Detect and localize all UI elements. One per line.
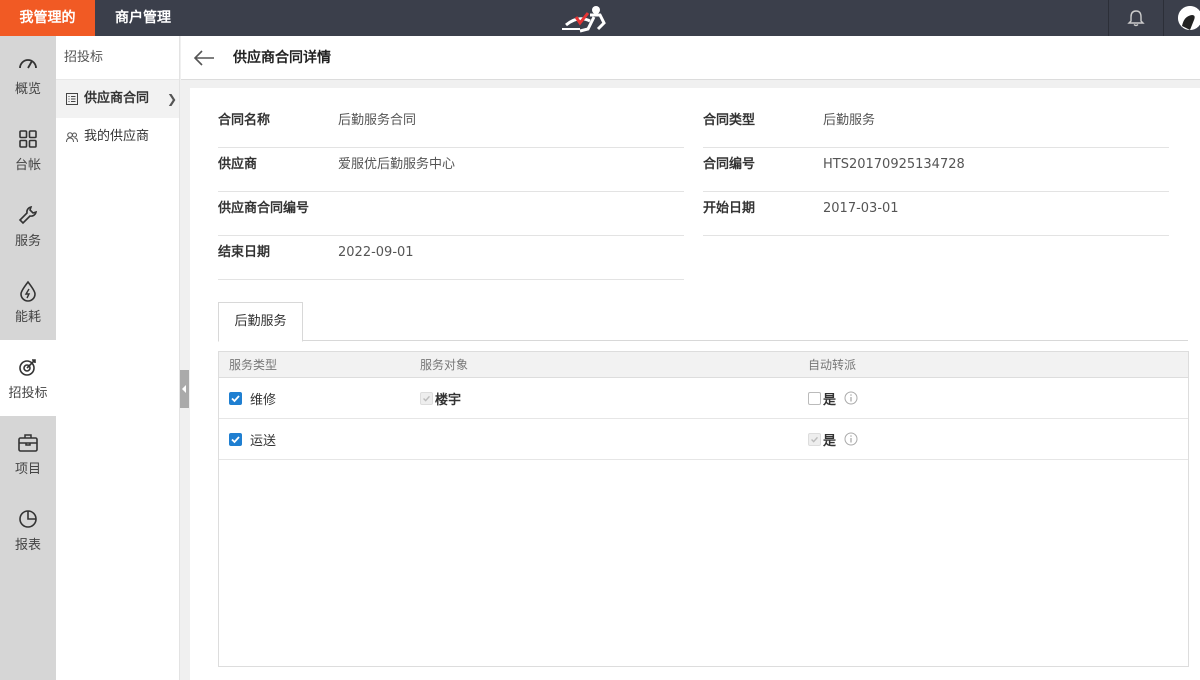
top-bar: 我管理的 商户管理 <box>0 0 1200 36</box>
list-icon <box>66 93 78 105</box>
nav-item-energy[interactable]: 能耗 <box>0 264 56 340</box>
field-value: 后勤服务 <box>823 113 876 128</box>
brand-logo[interactable] <box>560 3 612 33</box>
checkbox-unchecked[interactable] <box>808 391 821 405</box>
tab-logistics-service[interactable]: 后勤服务 <box>218 302 303 342</box>
field-value: 后勤服务合同 <box>338 113 417 128</box>
field-label: 供应商合同编号 <box>218 201 310 216</box>
field-end-date: 结束日期 2022-09-01 <box>218 236 684 280</box>
field-contract-no: 合同编号 HTS20170925134728 <box>703 148 1169 192</box>
checkbox-checked-disabled <box>808 432 821 446</box>
pie-chart-icon <box>19 509 37 528</box>
field-contract-type: 合同类型 后勤服务 <box>703 104 1169 148</box>
table-row: 维修 楼宇 是 <box>219 378 1188 419</box>
field-start-date: 开始日期 2017-03-01 <box>703 192 1169 236</box>
nav-item-project[interactable]: 项目 <box>0 416 56 492</box>
auto-dispatch-label: 是 <box>823 392 837 408</box>
nav-label: 服务 <box>14 233 41 249</box>
nav-item-ledger[interactable]: 台帐 <box>0 112 56 188</box>
field-contract-name: 合同名称 后勤服务合同 <box>218 104 684 148</box>
grid-icon <box>19 129 37 148</box>
column-header: 服务对象 <box>420 358 469 372</box>
service-object-label: 楼宇 <box>435 392 462 408</box>
checkbox-checked-disabled <box>420 391 433 405</box>
auto-dispatch-label: 是 <box>823 433 837 449</box>
checkbox-checked[interactable] <box>229 391 242 405</box>
service-type-label: 运送 <box>250 433 277 449</box>
field-value: 2022-09-01 <box>338 245 414 260</box>
gauge-icon <box>19 58 37 68</box>
notification-bell-icon[interactable] <box>1108 0 1164 36</box>
wrench-icon <box>18 205 38 224</box>
auto-dispatch-cell: 是 <box>808 419 858 459</box>
nav-item-service[interactable]: 服务 <box>0 188 56 264</box>
info-icon[interactable] <box>844 432 858 446</box>
field-value: 爱服优后勤服务中心 <box>338 157 456 172</box>
nav-item-reports[interactable]: 报表 <box>0 492 56 568</box>
sub-nav-title: 招投标 <box>56 36 179 80</box>
column-header: 服务类型 <box>229 358 278 372</box>
avatar[interactable] <box>1178 6 1200 30</box>
sub-nav-item-label: 我的供应商 <box>84 129 150 144</box>
page-header: 供应商合同详情 <box>181 36 1200 80</box>
energy-drop-icon <box>20 280 36 302</box>
service-object-cell: 楼宇 <box>420 378 461 418</box>
nav-label: 概览 <box>14 81 41 97</box>
sub-nav-item-supplier-contract[interactable]: 供应商合同 ❯ <box>56 80 179 118</box>
field-label: 合同名称 <box>218 113 271 128</box>
sub-nav: 招投标 供应商合同 ❯ 我的供应商 <box>56 36 180 680</box>
nav-label: 招投标 <box>8 385 48 401</box>
field-label: 合同编号 <box>703 157 756 172</box>
sub-nav-item-label: 供应商合同 <box>84 91 150 106</box>
back-arrow-icon[interactable] <box>193 48 215 68</box>
sub-nav-item-my-suppliers[interactable]: 我的供应商 <box>56 118 179 156</box>
briefcase-icon <box>18 433 38 452</box>
service-tabs: 后勤服务 <box>218 300 1188 342</box>
field-supplier-contract-no: 供应商合同编号 <box>218 192 684 236</box>
field-label: 结束日期 <box>218 245 271 260</box>
field-label: 合同类型 <box>703 113 756 128</box>
checkbox-checked[interactable] <box>229 432 242 446</box>
service-type-cell[interactable]: 维修 <box>229 378 276 418</box>
nav-item-overview[interactable]: 概览 <box>0 36 56 112</box>
table-row: 运送 是 <box>219 419 1188 460</box>
table-header: 服务类型 服务对象 自动转派 <box>219 352 1188 378</box>
main-nav: 概览 台帐 服务 能耗 招投标 项目 报表 <box>0 36 56 680</box>
nav-label: 台帐 <box>14 157 41 173</box>
service-table: 服务类型 服务对象 自动转派 维修 楼宇 是 运送 是 <box>218 351 1189 667</box>
service-type-label: 维修 <box>250 392 277 408</box>
service-type-cell[interactable]: 运送 <box>229 419 276 459</box>
chevron-right-icon: ❯ <box>166 92 177 106</box>
target-icon <box>19 358 36 376</box>
page-title: 供应商合同详情 <box>233 50 331 66</box>
contract-detail-panel: 合同名称 后勤服务合同 合同类型 后勤服务 供应商 爱服优后勤服务中心 合同编号… <box>190 88 1200 680</box>
auto-dispatch-cell[interactable]: 是 <box>808 378 858 418</box>
info-icon[interactable] <box>844 391 858 405</box>
tab-merchant-management[interactable]: 商户管理 <box>95 0 191 36</box>
field-value: HTS20170925134728 <box>823 157 965 172</box>
nav-label: 项目 <box>14 461 41 477</box>
tab-my-managed[interactable]: 我管理的 <box>0 0 95 36</box>
nav-label: 报表 <box>14 537 41 553</box>
field-label: 供应商 <box>218 157 258 172</box>
field-label: 开始日期 <box>703 201 756 216</box>
collapse-sidebar-handle[interactable] <box>180 370 189 408</box>
nav-item-bidding[interactable]: 招投标 <box>0 340 56 416</box>
users-icon <box>66 132 78 143</box>
field-value: 2017-03-01 <box>823 201 899 216</box>
nav-label: 能耗 <box>14 309 41 325</box>
field-supplier: 供应商 爱服优后勤服务中心 <box>218 148 684 192</box>
column-header: 自动转派 <box>808 358 857 372</box>
